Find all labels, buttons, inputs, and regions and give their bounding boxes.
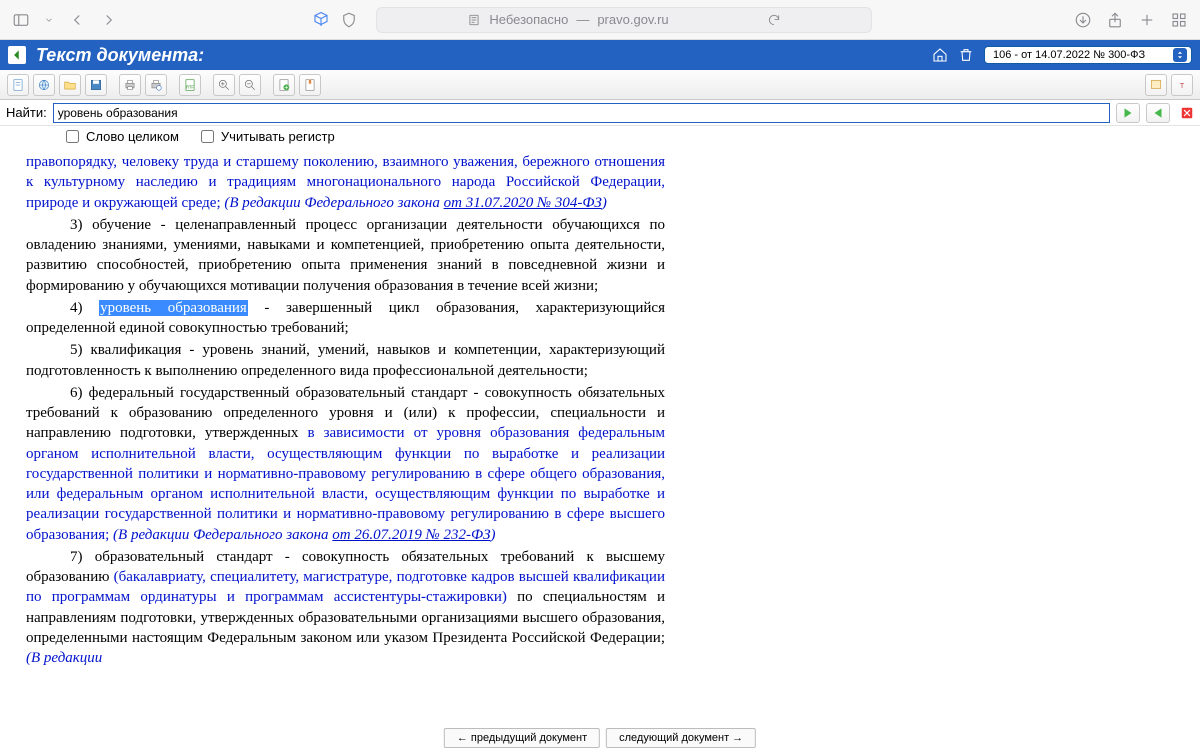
search-highlight: уровень образования — [99, 300, 248, 316]
find-next-button[interactable] — [1116, 103, 1140, 123]
find-match-case-checkbox[interactable] — [201, 130, 214, 143]
find-whole-word-checkbox[interactable] — [66, 130, 79, 143]
new-tab-icon[interactable] — [1138, 11, 1156, 29]
address-bar-insecure-label: Небезопасно — [489, 12, 568, 27]
document-selector[interactable]: 106 - от 14.07.2022 № 300-ФЗ — [984, 46, 1192, 64]
prev-doc-button[interactable]: ← предыдущий документ — [444, 728, 600, 748]
doc-para-6: 6) федеральный государственный образоват… — [26, 383, 665, 545]
tb-folder-icon[interactable] — [59, 74, 81, 96]
tb-globe-icon[interactable] — [33, 74, 55, 96]
doc-para-5: 5) квалификация - уровень знаний, умений… — [26, 340, 665, 381]
find-options: Слово целиком Учитывать регистр — [0, 126, 1200, 150]
find-bar: Найти: — [0, 100, 1200, 126]
tb-add-bookmark-icon[interactable] — [273, 74, 295, 96]
tb-zoom-in-icon[interactable] — [213, 74, 235, 96]
find-prev-button[interactable] — [1146, 103, 1170, 123]
tabs-icon[interactable] — [1170, 11, 1188, 29]
house-icon[interactable] — [932, 47, 948, 63]
law-link-232[interactable]: от 26.07.2019 № 232-ФЗ — [332, 527, 490, 543]
doc-para-4: 4) уровень образования - завершенный цик… — [26, 298, 665, 339]
svg-text:RTF: RTF — [186, 84, 194, 89]
tb-doc-icon[interactable] — [7, 74, 29, 96]
back-home-icon[interactable] — [8, 46, 26, 64]
doc-para-3: 3) обучение - целенаправленный процесс о… — [26, 215, 665, 296]
tb-print-icon[interactable] — [119, 74, 141, 96]
app-header: Текст документа: 106 - от 14.07.2022 № 3… — [0, 40, 1200, 70]
tb-print-preview-icon[interactable] — [145, 74, 167, 96]
tb-toc-icon[interactable]: T — [1171, 74, 1193, 96]
document-content: правопорядку, человеку труда и старшему … — [0, 150, 675, 680]
reader-icon — [467, 13, 481, 27]
trash-icon[interactable] — [958, 47, 974, 63]
tb-zoom-out-icon[interactable] — [239, 74, 261, 96]
doc-para-intro: правопорядку, человеку труда и старшему … — [26, 152, 665, 213]
next-doc-button[interactable]: следующий документ → — [606, 728, 756, 748]
tb-rtf-icon[interactable]: RTF — [179, 74, 201, 96]
document-viewport: правопорядку, человеку труда и старшему … — [0, 150, 1200, 750]
cube-icon[interactable] — [312, 11, 330, 29]
address-bar[interactable]: Небезопасно — pravo.gov.ru — [376, 7, 871, 33]
page-title: Текст документа: — [36, 45, 204, 66]
tb-bookmarks-icon[interactable] — [299, 74, 321, 96]
nav-back-icon[interactable] — [68, 11, 86, 29]
svg-text:T: T — [1180, 82, 1185, 89]
doc-nav: ← предыдущий документ следующий документ… — [444, 728, 756, 748]
reload-icon[interactable] — [767, 13, 781, 27]
toolbar: RTF T — [0, 70, 1200, 100]
browser-chrome: Небезопасно — pravo.gov.ru — [0, 0, 1200, 40]
share-icon[interactable] — [1106, 11, 1124, 29]
tb-save-icon[interactable] — [85, 74, 107, 96]
find-close-icon[interactable] — [1180, 106, 1194, 120]
shield-icon[interactable] — [340, 11, 358, 29]
chevron-updown-icon — [1173, 48, 1187, 62]
find-label: Найти: — [6, 105, 47, 120]
find-match-case[interactable]: Учитывать регистр — [197, 127, 335, 146]
find-whole-word[interactable]: Слово целиком — [62, 127, 179, 146]
address-bar-host: pravo.gov.ru — [597, 12, 668, 27]
nav-forward-icon[interactable] — [100, 11, 118, 29]
law-link-304[interactable]: от 31.07.2020 № 304-ФЗ — [444, 195, 602, 211]
tb-annotations-icon[interactable] — [1145, 74, 1167, 96]
doc-para-7: 7) образовательный стандарт - совокупнос… — [26, 547, 665, 669]
find-input[interactable] — [53, 103, 1110, 123]
document-selector-label: 106 - от 14.07.2022 № 300-ФЗ — [993, 49, 1145, 61]
chevron-down-icon[interactable] — [44, 11, 54, 29]
download-icon[interactable] — [1074, 11, 1092, 29]
sidebar-icon[interactable] — [12, 11, 30, 29]
